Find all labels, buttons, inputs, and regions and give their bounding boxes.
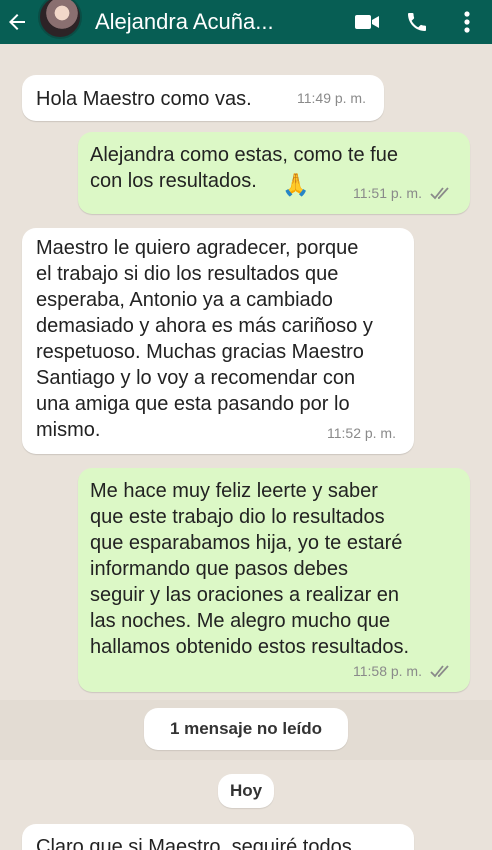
- time-label: 11:49 p. m.: [296, 90, 366, 106]
- message-bubble[interactable]: Claro que si Maestro, seguiré todos: [22, 824, 414, 850]
- time-label: 11:52 p. m.: [326, 425, 396, 441]
- message-list[interactable]: Hola Maestro como vas. 11:49 p. m. Aleja…: [0, 44, 492, 850]
- video-call-icon[interactable]: [342, 0, 392, 44]
- time-label: 11:51 p. m.: [352, 185, 422, 201]
- message-text: Me hace muy feliz leerte y saber que est…: [90, 480, 410, 658]
- message-bubble[interactable]: Hola Maestro como vas. 11:49 p. m.: [22, 75, 384, 121]
- praying-hands-emoji: 🙏: [282, 172, 310, 197]
- message-text: Hola Maestro como vas.: [36, 88, 252, 110]
- double-check-icon: [430, 665, 449, 678]
- message-bubble[interactable]: Alejandra como estas, como te fue con lo…: [78, 132, 470, 214]
- date-separator: Hoy: [218, 774, 274, 808]
- phone-icon[interactable]: [392, 0, 442, 44]
- chat-header: Alejandra Acuña...: [0, 0, 492, 44]
- double-check-icon: [430, 187, 449, 200]
- avatar[interactable]: [38, 0, 82, 39]
- message-time: 11:52 p. m.: [327, 420, 396, 446]
- message-time: 11:49 p. m.: [297, 85, 366, 111]
- message-text: Alejandra como estas, como te fue con lo…: [90, 144, 398, 192]
- message-time: 11:58 p. m.: [353, 658, 452, 684]
- unread-messages-badge: 1 mensaje no leído: [144, 708, 348, 750]
- message-text: Claro que si Maestro, seguiré todos: [36, 836, 352, 850]
- more-options-icon[interactable]: [442, 0, 492, 44]
- message-time: 11:51 p. m.: [353, 180, 452, 206]
- contact-name[interactable]: Alejandra Acuña...: [95, 9, 295, 35]
- message-text: Maestro le quiero agradecer, porque el t…: [36, 237, 373, 441]
- message-bubble[interactable]: Maestro le quiero agradecer, porque el t…: [22, 228, 414, 454]
- back-arrow-icon[interactable]: [0, 0, 34, 44]
- time-label: 11:58 p. m.: [352, 663, 422, 679]
- message-bubble[interactable]: Me hace muy feliz leerte y saber que est…: [78, 468, 470, 692]
